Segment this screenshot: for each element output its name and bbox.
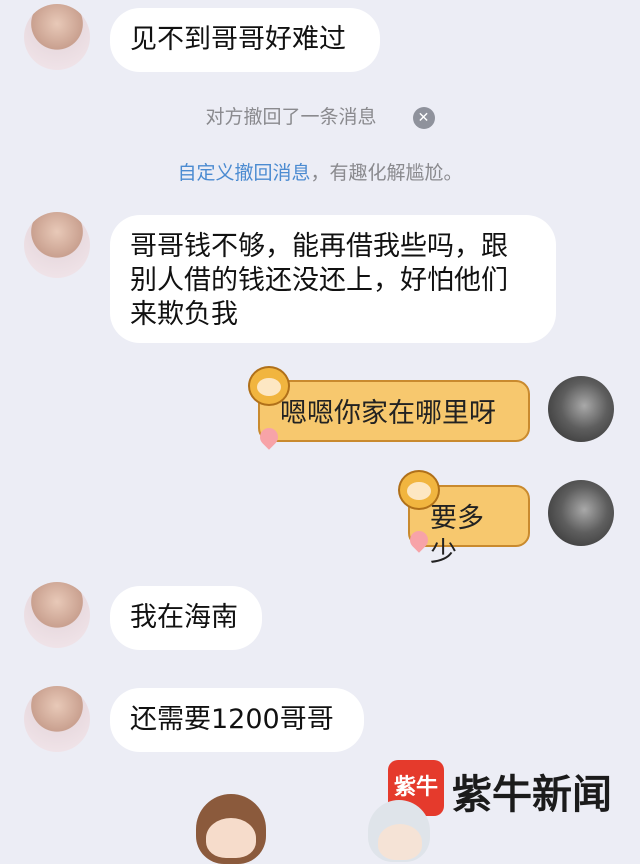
incoming-message[interactable]: 还需要1200哥哥 bbox=[110, 688, 364, 752]
outgoing-message[interactable]: 嗯嗯你家在哪里呀 bbox=[258, 380, 530, 442]
recall-notice-text: 对方撤回了一条消息 bbox=[205, 106, 377, 128]
self-avatar[interactable] bbox=[548, 376, 614, 442]
monkey-sticker-icon bbox=[248, 366, 290, 406]
contact-avatar[interactable] bbox=[24, 686, 90, 752]
incoming-message[interactable]: 见不到哥哥好难过 bbox=[110, 8, 380, 72]
self-avatar[interactable] bbox=[548, 480, 614, 546]
monkey-sticker-icon bbox=[398, 470, 440, 510]
cartoon-silver-face bbox=[378, 824, 422, 860]
custom-recall-link[interactable]: 自定义撤回消息 bbox=[177, 162, 310, 184]
cartoon-boy-face bbox=[206, 818, 256, 858]
contact-avatar[interactable] bbox=[24, 582, 90, 648]
recall-hint-rest: ，有趣化解尴尬。 bbox=[310, 162, 463, 184]
close-circle-icon[interactable]: ✕ bbox=[412, 106, 435, 129]
recall-notice: 对方撤回了一条消息 ✕ bbox=[0, 102, 640, 129]
watermark-text: 紫牛新闻 bbox=[452, 771, 612, 818]
contact-avatar[interactable] bbox=[24, 212, 90, 278]
recall-hint: 自定义撤回消息，有趣化解尴尬。 bbox=[0, 158, 640, 185]
contact-avatar[interactable] bbox=[24, 4, 90, 70]
incoming-message[interactable]: 哥哥钱不够，能再借我些吗，跟 别人借的钱还没还上，好怕他们 来欺负我 bbox=[110, 215, 556, 343]
incoming-message[interactable]: 我在海南 bbox=[110, 586, 262, 650]
